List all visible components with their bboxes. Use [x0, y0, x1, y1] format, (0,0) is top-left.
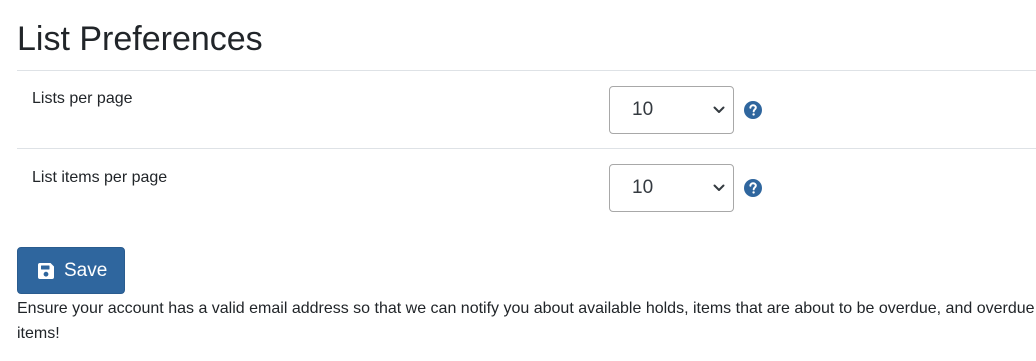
lists-per-page-value: 10: [632, 99, 654, 120]
list-items-per-page-label: List items per page: [32, 169, 168, 186]
save-button-label: Save: [64, 260, 108, 281]
title-divider: [17, 70, 1036, 71]
chevron-down-icon: [713, 106, 725, 113]
email-notice-text: Ensure your account has a valid email ad…: [17, 300, 1035, 342]
lists-per-page-label: Lists per page: [32, 90, 133, 107]
question-circle-icon[interactable]: [744, 179, 762, 197]
lists-per-page-select[interactable]: 10: [609, 86, 734, 134]
chevron-down-icon: [713, 184, 725, 191]
question-circle-icon[interactable]: [744, 101, 762, 119]
list-items-per-page-value: 10: [632, 177, 654, 198]
floppy-disk-icon: [38, 263, 54, 279]
row-divider: [17, 148, 1036, 149]
save-button[interactable]: Save: [17, 247, 125, 294]
list-items-per-page-select[interactable]: 10: [609, 164, 734, 212]
page-title: List Preferences: [17, 20, 263, 58]
list-preferences-page: List Preferences Lists per page 10 List …: [0, 0, 1036, 361]
